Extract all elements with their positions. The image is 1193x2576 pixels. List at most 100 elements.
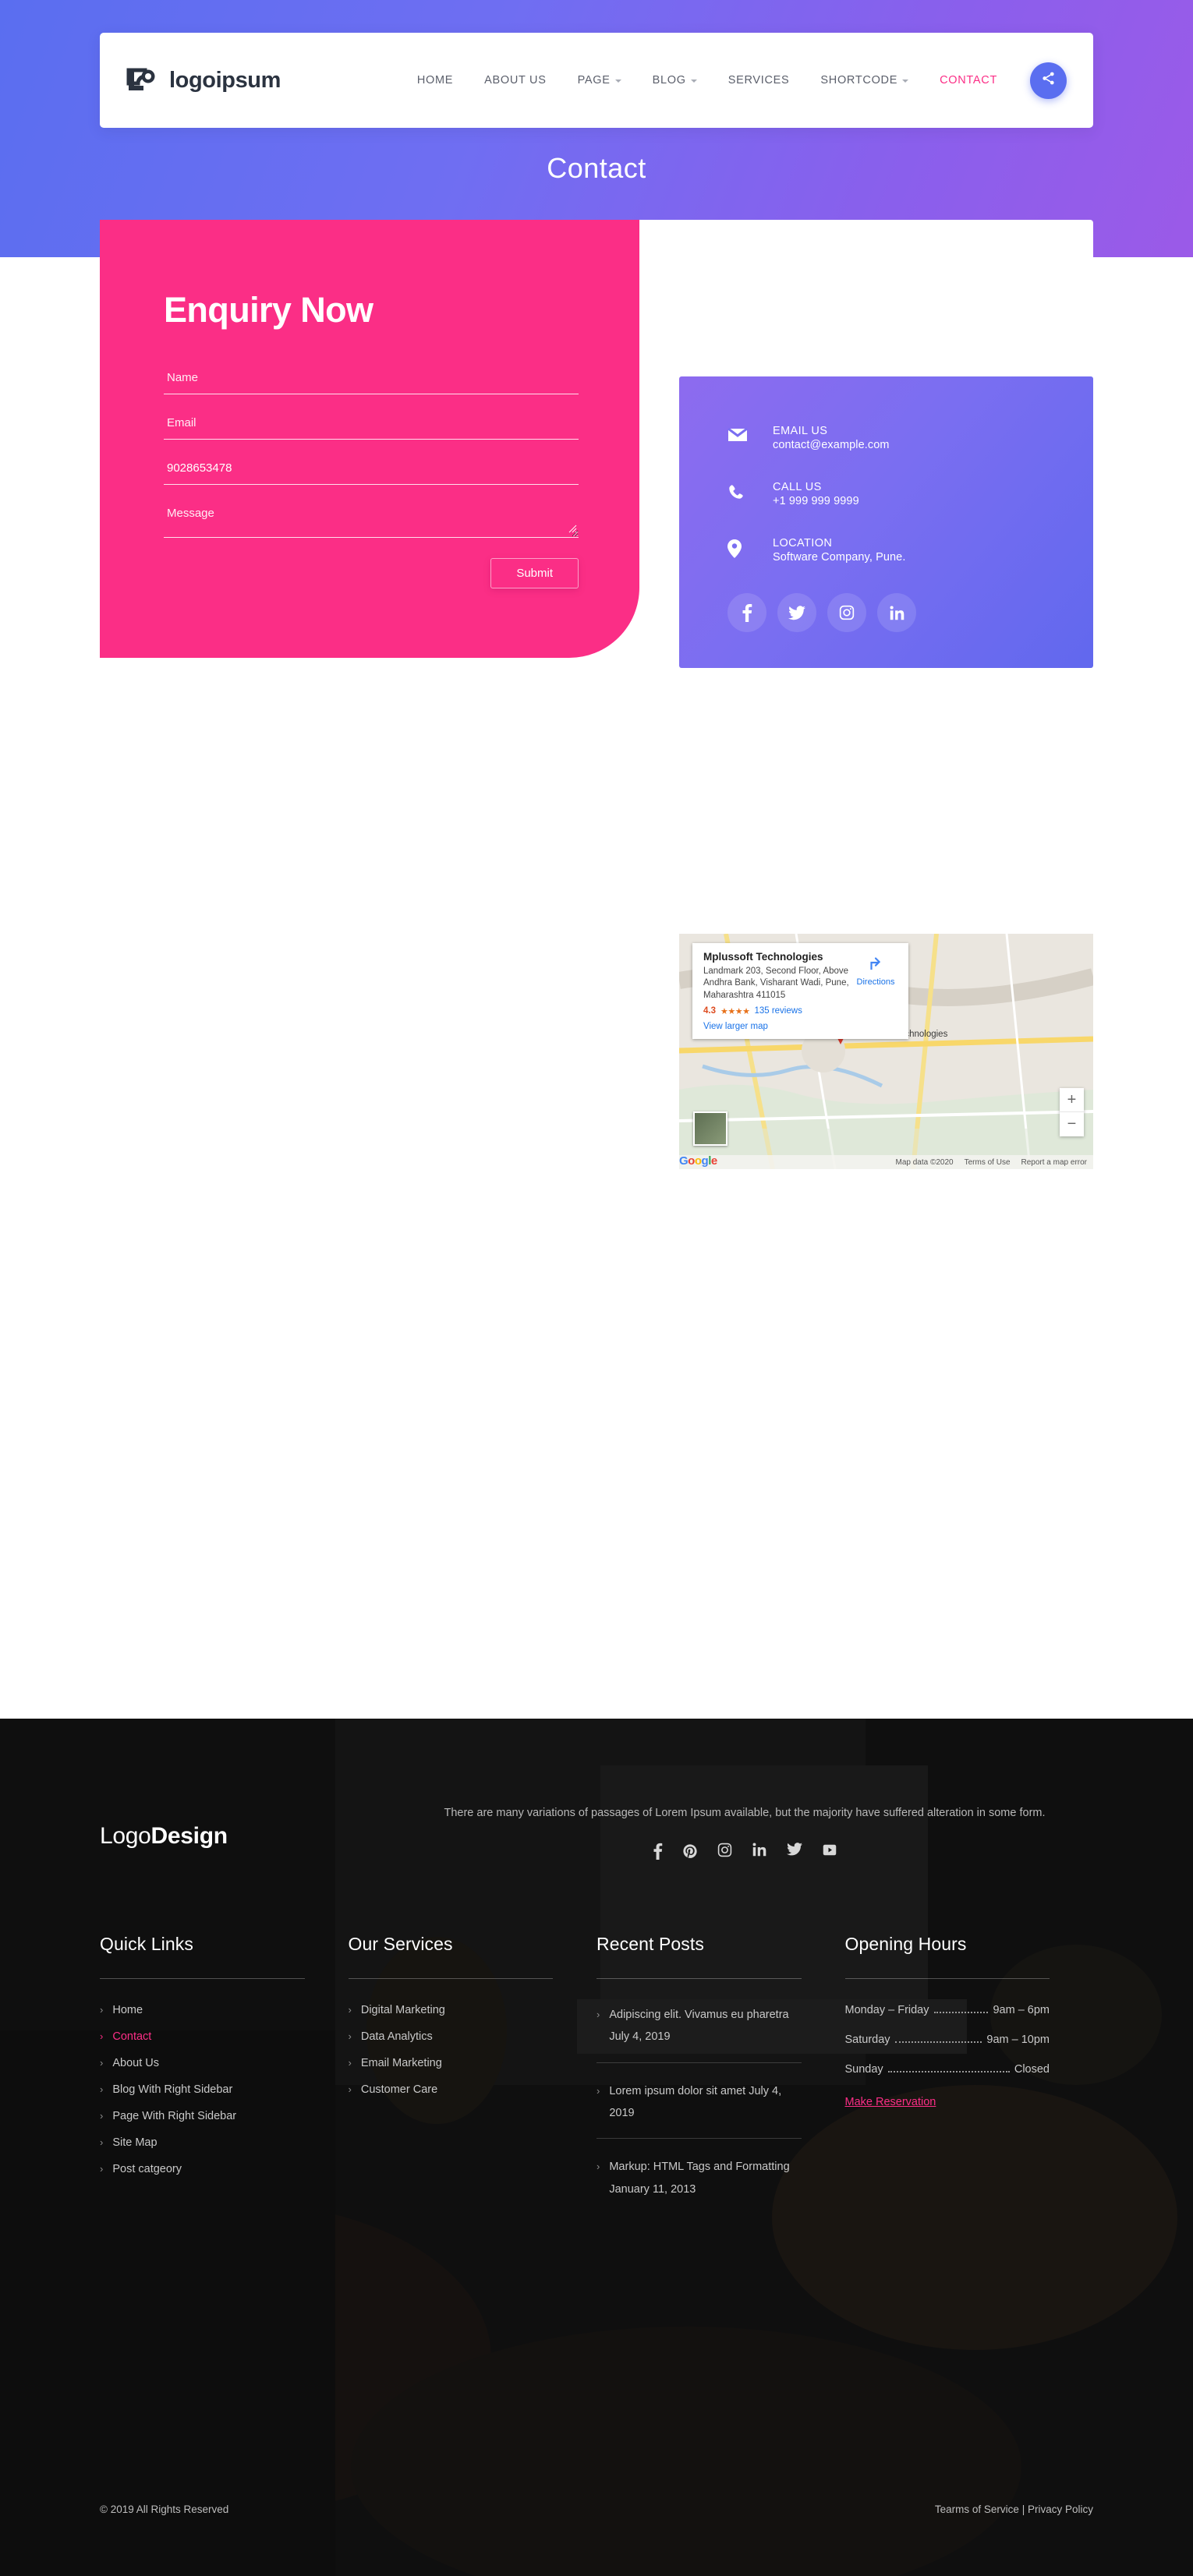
envelope-icon: [727, 425, 749, 447]
make-reservation-link[interactable]: Make Reservation: [845, 2096, 936, 2108]
footer-description-block: There are many variations of passages of…: [365, 1804, 1093, 1864]
opening-hours-day: Saturday: [844, 2034, 890, 2047]
nav-label: CONTACT: [940, 74, 997, 87]
nav-item-about-us[interactable]: ABOUT US: [469, 74, 561, 87]
map-pin-icon: [727, 537, 749, 562]
linkedin-icon[interactable]: [877, 593, 916, 632]
map-footer-bar: Google Map data ©2020 Terms of Use Repor…: [679, 1154, 1093, 1169]
email-field-row: [164, 413, 579, 440]
footer-logo[interactable]: LogoDesign: [100, 1804, 365, 1850]
nav-item-services[interactable]: SERVICES: [713, 74, 805, 87]
footer-col-services: Our Services › Digital Marketing › Data An…: [348, 1934, 597, 2231]
service-link-data-analytics[interactable]: › Data Analytics: [349, 2030, 554, 2043]
nav-item-shortcode[interactable]: SHORTCODE: [805, 74, 924, 87]
footer-col-title: Recent Posts: [596, 1934, 802, 1980]
star-rating-icon: ★★★★: [720, 1006, 750, 1016]
enquiry-title: Enquiry Now: [164, 290, 373, 330]
chevron-right-icon: ›: [348, 2030, 352, 2043]
phone-icon: [727, 481, 749, 504]
youtube-icon[interactable]: [823, 1843, 837, 1864]
service-link-email-marketing[interactable]: › Email Marketing: [349, 2057, 554, 2069]
service-link-customer-care[interactable]: › Customer Care: [349, 2083, 554, 2096]
footer-social-row: [396, 1843, 1093, 1864]
instagram-icon[interactable]: [717, 1843, 732, 1864]
footer-col-title: Our Services: [348, 1934, 553, 1980]
name-input[interactable]: [164, 368, 579, 394]
nav-item-contact[interactable]: CONTACT: [924, 74, 1013, 87]
message-field-row: [164, 504, 579, 538]
instagram-icon[interactable]: [827, 593, 866, 632]
nav-label: HOME: [416, 74, 454, 87]
footer-col-recent-posts: Recent Posts › Adipiscing elit. Vivamus e…: [596, 1934, 845, 2231]
map-info-main: Mplussoft Technologies Landmark 203, Sec…: [703, 951, 852, 1031]
chevron-down-icon: [690, 80, 697, 83]
opening-hours-day: Sunday: [844, 2063, 883, 2076]
link-label: Digital Marketing: [360, 2004, 445, 2017]
map-zoom-out-button[interactable]: −: [1060, 1112, 1084, 1136]
phone-input[interactable]: [164, 458, 579, 485]
recent-post-link[interactable]: › Adipiscing elit. Vivamus eu pharetra Ju…: [596, 2004, 802, 2048]
link-label: About Us: [112, 2057, 159, 2070]
map-streetview-thumbnail[interactable]: [693, 1111, 727, 1146]
chevron-right-icon: ›: [100, 2030, 104, 2043]
map-reviews-link[interactable]: 135 reviews: [754, 1006, 802, 1016]
map-directions-button[interactable]: Directions: [852, 951, 899, 1031]
facebook-icon[interactable]: [727, 593, 766, 632]
twitter-icon[interactable]: [787, 1843, 802, 1864]
quick-link-home[interactable]: › Home: [100, 2004, 305, 2016]
logo-mark-icon: [126, 64, 159, 97]
message-textarea[interactable]: [164, 504, 579, 538]
contact-label: LOCATION: [773, 537, 833, 549]
quick-link-site-map[interactable]: › Site Map: [100, 2136, 305, 2149]
submit-button[interactable]: Submit: [490, 558, 579, 588]
chevron-right-icon: ›: [100, 2004, 104, 2016]
quick-link-contact[interactable]: › Contact: [100, 2030, 305, 2043]
name-field-row: [164, 368, 579, 394]
contact-value[interactable]: +1 999 999 9999: [773, 495, 859, 507]
nav-item-blog[interactable]: BLOG: [637, 74, 713, 87]
pinterest-icon[interactable]: [683, 1843, 697, 1864]
footer-col-title: Quick Links: [100, 1934, 305, 1980]
recent-post-item: › Markup: HTML Tags and Formatting Januar…: [596, 2156, 802, 2214]
map-info-card: Mplussoft Technologies Landmark 203, Sec…: [692, 943, 908, 1039]
dot-leader: [887, 2071, 1010, 2073]
map-zoom-in-button[interactable]: +: [1060, 1088, 1084, 1112]
map-terms-link[interactable]: Terms of Use: [965, 1158, 1011, 1167]
footer-bottom-bar: © 2019 All Rights Reserved Tearms of Ser…: [100, 2504, 1093, 2515]
opening-hours-row: Saturday 9am – 10pm: [845, 2034, 1050, 2046]
brand-logo[interactable]: logoipsum: [126, 64, 281, 97]
terms-of-service-link[interactable]: Tearms of Service: [935, 2504, 1019, 2515]
link-label: Home: [112, 2004, 143, 2017]
opening-hours-time: Closed: [1014, 2063, 1050, 2076]
legal-separator: |: [1021, 2504, 1025, 2515]
chevron-right-icon: ›: [100, 2163, 104, 2175]
privacy-policy-link[interactable]: Privacy Policy: [1028, 2504, 1093, 2515]
quick-link-about-us[interactable]: › About Us: [100, 2057, 305, 2069]
link-label: Email Marketing: [360, 2057, 442, 2070]
opening-hours-time: 9am – 10pm: [986, 2034, 1050, 2047]
directions-arrow-icon: [867, 957, 884, 974]
opening-hours-row: Monday – Friday 9am – 6pm: [845, 2004, 1050, 2016]
recent-post-item: › Adipiscing elit. Vivamus eu pharetra Ju…: [596, 2004, 802, 2063]
nav-item-page[interactable]: PAGE: [562, 74, 637, 87]
contact-info-location: LOCATION Software Company, Pune.: [727, 537, 1093, 564]
map-rating-row: 4.3 ★★★★ 135 reviews: [703, 1006, 852, 1016]
view-larger-map-link[interactable]: View larger map: [703, 1022, 852, 1031]
recent-post-link[interactable]: › Lorem ipsum dolor sit amet July 4, 2019: [596, 2080, 802, 2125]
linkedin-icon[interactable]: [752, 1843, 766, 1864]
quick-link-post-category[interactable]: › Post catgeory: [100, 2163, 305, 2175]
map-business-name: Mplussoft Technologies: [703, 951, 823, 963]
quick-link-blog-right-sidebar[interactable]: › Blog With Right Sidebar: [100, 2083, 305, 2096]
email-input[interactable]: [164, 413, 579, 440]
facebook-icon[interactable]: [653, 1843, 663, 1864]
recent-post-link[interactable]: › Markup: HTML Tags and Formatting Januar…: [596, 2156, 802, 2200]
quick-link-page-right-sidebar[interactable]: › Page With Right Sidebar: [100, 2110, 305, 2122]
contact-value[interactable]: contact@example.com: [773, 439, 890, 451]
map-report-link[interactable]: Report a map error: [1021, 1158, 1087, 1167]
twitter-icon[interactable]: [777, 593, 816, 632]
contact-label: EMAIL US: [773, 425, 828, 437]
google-map[interactable]: Mplussoft Technologies Mplussoft Technol…: [679, 934, 1093, 1169]
nav-item-home[interactable]: HOME: [402, 74, 469, 87]
share-button[interactable]: [1030, 62, 1067, 99]
service-link-digital-marketing[interactable]: › Digital Marketing: [349, 2004, 554, 2016]
